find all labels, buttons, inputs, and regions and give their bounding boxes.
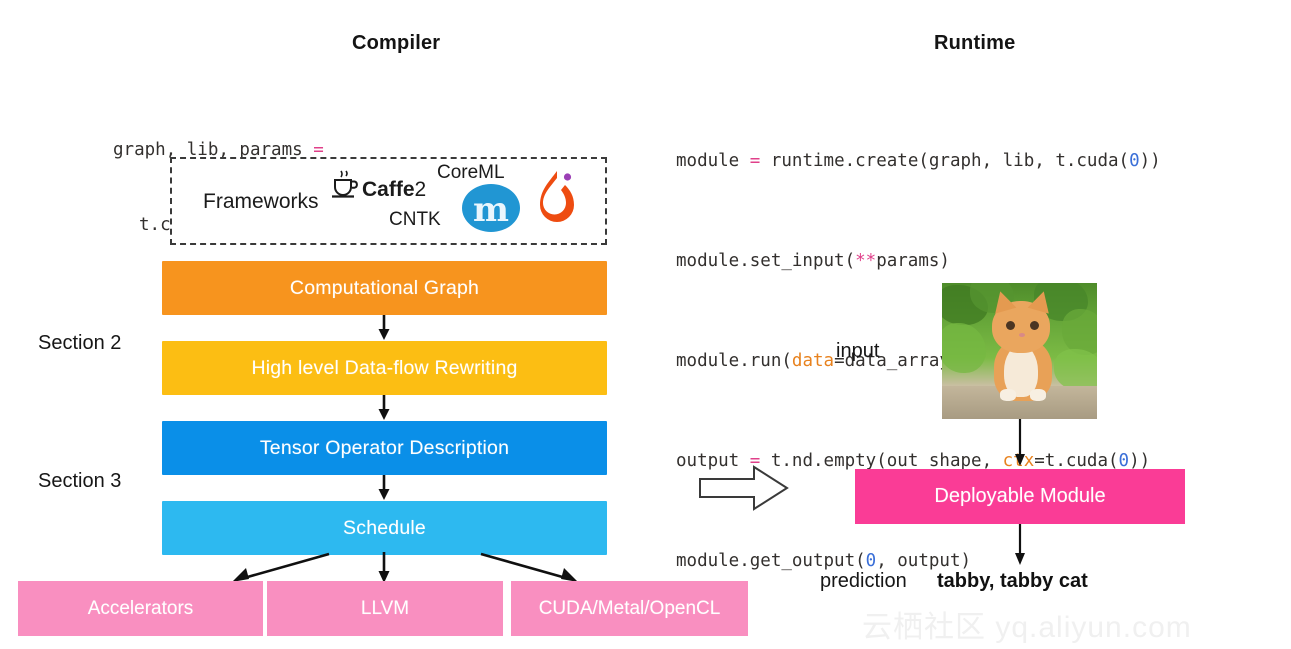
arrow-input-to-module bbox=[1010, 419, 1030, 467]
rt-l2-a: module.set_input( bbox=[676, 251, 856, 271]
rt-l4-num: 0 bbox=[1118, 451, 1130, 471]
compiler-to-runtime-arrow-icon bbox=[698, 462, 790, 514]
arrow-rewriting-to-tensor-op bbox=[374, 395, 394, 421]
backend-box-accelerators[interactable]: Accelerators bbox=[18, 581, 263, 636]
rt-l4-c: =t.cuda( bbox=[1034, 451, 1119, 471]
page-title-compiler: Compiler bbox=[352, 32, 441, 54]
page-title-runtime: Runtime bbox=[934, 32, 1016, 54]
runtime-code-line-1: module = runtime.create(graph, lib, t.cu… bbox=[676, 149, 1161, 174]
backend-label: LLVM bbox=[360, 597, 410, 619]
rt-l5-num: 0 bbox=[865, 551, 877, 571]
stack-bar-computational-graph[interactable]: Computational Graph bbox=[162, 261, 607, 315]
rt-l2-op: ** bbox=[855, 251, 877, 271]
prediction-value: tabby, tabby cat bbox=[937, 570, 1088, 592]
frameworks-label: Frameworks bbox=[203, 190, 319, 213]
runtime-code-line-2: module.set_input(**params) bbox=[676, 249, 1161, 274]
rt-l4-d: )) bbox=[1129, 451, 1151, 471]
arrow-tensor-op-to-schedule bbox=[374, 475, 394, 501]
rt-l1-b: runtime.create(graph, lib, t.cuda( bbox=[760, 151, 1130, 171]
coreml-logo-text: CoreML bbox=[437, 162, 505, 183]
stack-bar-label: High level Data-flow Rewriting bbox=[251, 356, 518, 379]
backend-label: Accelerators bbox=[87, 597, 194, 619]
stack-bar-schedule[interactable]: Schedule bbox=[162, 501, 607, 555]
rt-l4-b: t.nd.empty(out_shape, bbox=[760, 451, 1003, 471]
prediction-label: prediction bbox=[820, 570, 907, 592]
rt-l5-a: module.get_output( bbox=[676, 551, 866, 571]
stack-bar-tensor-operator-description[interactable]: Tensor Operator Description bbox=[162, 421, 607, 475]
backend-label: CUDA/Metal/OpenCL bbox=[538, 597, 721, 619]
rt-l1-a: module bbox=[676, 151, 750, 171]
input-label: input bbox=[836, 340, 880, 362]
stack-bar-label: Computational Graph bbox=[289, 276, 480, 299]
mxnet-logo-icon: m bbox=[462, 184, 520, 232]
rt-l3-kw: data bbox=[791, 351, 835, 371]
arrow-module-to-prediction bbox=[1010, 524, 1030, 566]
rt-l1-c: )) bbox=[1139, 151, 1161, 171]
arrow-graph-to-rewriting bbox=[374, 315, 394, 341]
section-label-2: Section 2 bbox=[38, 332, 122, 354]
rt-l1-op: = bbox=[749, 151, 761, 171]
cntk-logo-text: CNTK bbox=[389, 209, 441, 230]
rt-l5-b: , output) bbox=[876, 551, 972, 571]
rt-l1-num: 0 bbox=[1129, 151, 1140, 171]
caffe2-logo-numeral: 2 bbox=[414, 178, 427, 201]
deployable-module-label: Deployable Module bbox=[934, 485, 1106, 507]
arrow-schedule-to-llvm bbox=[374, 552, 394, 584]
caffe2-logo-text: Caffe2 bbox=[362, 178, 426, 202]
caffe2-logo-bold: Caffe bbox=[362, 178, 415, 201]
svg-text:m: m bbox=[473, 190, 509, 230]
rt-l2-b: params) bbox=[876, 251, 950, 271]
coffee-cup-icon bbox=[330, 168, 360, 200]
pytorch-flame-icon bbox=[536, 168, 578, 230]
rt-l3-a: module.run( bbox=[676, 351, 792, 371]
deployable-module-box[interactable]: Deployable Module bbox=[855, 469, 1185, 524]
backend-box-llvm[interactable]: LLVM bbox=[267, 581, 503, 636]
section-label-3: Section 3 bbox=[38, 470, 122, 492]
stack-bar-label: Schedule bbox=[343, 516, 426, 539]
stack-bar-label: Tensor Operator Description bbox=[259, 436, 510, 459]
input-image-cat bbox=[942, 283, 1097, 419]
stack-bar-high-level-rewriting[interactable]: High level Data-flow Rewriting bbox=[162, 341, 607, 395]
watermark: 云栖社区 yq.aliyun.com bbox=[862, 611, 1192, 644]
